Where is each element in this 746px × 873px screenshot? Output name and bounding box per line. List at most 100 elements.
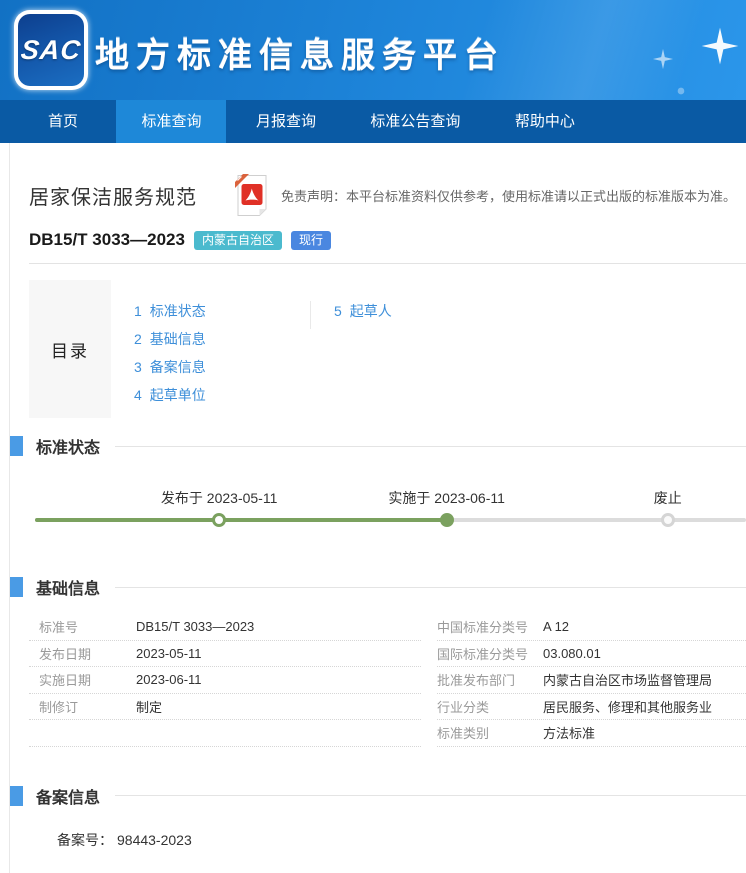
toc-link-drafting-org[interactable]: 4 起草单位 <box>134 387 206 403</box>
section-title: 基础信息 <box>36 575 100 599</box>
nav-item-announcement-search[interactable]: 标准公告查询 <box>345 100 485 143</box>
section-title: 备案信息 <box>36 784 100 808</box>
field-value: 2023-05-11 <box>136 646 202 661</box>
toc-text: 备案信息 <box>150 359 206 375</box>
field-value: 98443-2023 <box>117 832 192 848</box>
timeline-progress <box>35 518 447 522</box>
timeline-dot-published <box>212 513 226 527</box>
standard-number: DB15/T 3033—2023 <box>29 230 185 250</box>
sparkle-icon <box>652 48 674 70</box>
field-label: 批准发布部门 <box>437 670 543 689</box>
section-rule <box>115 446 746 447</box>
nav-item-help-center[interactable]: 帮助中心 <box>490 100 600 143</box>
pdf-file-icon[interactable] <box>235 174 269 217</box>
list-item: 2 基础信息 <box>134 329 310 357</box>
site-title: 地方标准信息服务平台 <box>95 28 505 77</box>
standard-title: 居家保洁服务规范 <box>29 181 197 210</box>
field-value: A 12 <box>543 619 569 634</box>
region-badge: 内蒙古自治区 <box>194 231 282 250</box>
section-filing-info: 备案信息 备案号：98443-2023 备案日期：2023-05-23 <box>29 784 746 873</box>
section-marker <box>10 577 23 597</box>
field-label: 标准类别 <box>437 723 543 742</box>
section-marker <box>10 436 23 456</box>
nav-item-monthly-report[interactable]: 月报查询 <box>231 100 341 143</box>
field-label: 实施日期 <box>29 670 136 689</box>
field-value: 2023-06-11 <box>136 672 202 687</box>
basic-info-right-column: 中国标准分类号 A 12 国际标准分类号 03.080.01 批准发布部门 内蒙… <box>437 614 746 747</box>
timeline-dot-implemented <box>440 513 454 527</box>
title-divider <box>29 263 746 264</box>
sac-logo: SAC <box>14 10 88 90</box>
table-row: 发布日期 2023-05-11 <box>29 641 421 668</box>
toc-text: 标准状态 <box>150 303 206 319</box>
field-label: 制修订 <box>29 697 136 716</box>
field-label: 备案号： <box>57 832 113 848</box>
section-marker <box>10 786 23 806</box>
section-header: 备案信息 <box>10 784 746 808</box>
timeline-label: 实施于 2023-06-11 <box>388 488 504 508</box>
toc-num: 4 <box>134 387 142 403</box>
toc-column-2: 5起草人 <box>310 301 392 329</box>
field-label: 中国标准分类号 <box>437 617 543 636</box>
field-label: 国际标准分类号 <box>437 644 543 663</box>
section-rule <box>115 795 746 796</box>
toc-num: 3 <box>134 359 142 375</box>
table-row: 标准类别 方法标准 <box>437 720 746 747</box>
toc-link-filing-info[interactable]: 3 备案信息 <box>134 359 206 375</box>
basic-info-left-column: 标准号 DB15/T 3033—2023 发布日期 2023-05-11 实施日… <box>29 614 421 747</box>
toc-label: 目录 <box>29 280 111 418</box>
toc-link-basic-info[interactable]: 2 基础信息 <box>134 331 206 347</box>
standard-number-row: DB15/T 3033—2023 内蒙古自治区 现行 <box>29 230 746 250</box>
section-title: 标准状态 <box>36 434 100 458</box>
section-header: 基础信息 <box>10 575 746 599</box>
table-row <box>29 720 421 747</box>
basic-info-grid: 标准号 DB15/T 3033—2023 发布日期 2023-05-11 实施日… <box>29 614 746 747</box>
list-item: 1 标准状态 <box>134 301 310 329</box>
table-row: 标准号 DB15/T 3033—2023 <box>29 614 421 641</box>
title-row: 居家保洁服务规范 免责声明：本平台标准资料仅供参考，使用标准请以正式出版的标准版… <box>29 143 746 217</box>
toc-num: 5 <box>334 303 342 319</box>
sac-logo-inner: SAC <box>18 14 84 86</box>
toc-num: 1 <box>134 303 142 319</box>
toc-link-standard-status[interactable]: 1 标准状态 <box>134 303 206 319</box>
field-value: DB15/T 3033—2023 <box>136 619 254 634</box>
field-label: 行业分类 <box>437 697 543 716</box>
table-of-contents: 目录 1 标准状态 2 基础信息 3 备案信息 4 起草单位 5起草人 <box>29 280 746 418</box>
field-value: 内蒙古自治区市场监督管理局 <box>543 670 712 689</box>
toc-column-1: 1 标准状态 2 基础信息 3 备案信息 4 起草单位 <box>134 280 310 413</box>
field-label: 发布日期 <box>29 644 136 663</box>
main-nav: 首页 标准查询 月报查询 标准公告查询 帮助中心 <box>0 100 746 143</box>
toc-num: 2 <box>134 331 142 347</box>
filing-number-line: 备案号：98443-2023 <box>29 830 746 850</box>
field-value: 方法标准 <box>543 723 595 742</box>
content-panel: 居家保洁服务规范 免责声明：本平台标准资料仅供参考，使用标准请以正式出版的标准版… <box>9 143 746 873</box>
status-badge: 现行 <box>291 231 331 250</box>
list-item: 5起草人 <box>334 301 392 329</box>
field-value: 居民服务、修理和其他服务业 <box>543 697 712 716</box>
nav-item-standard-search[interactable]: 标准查询 <box>116 100 226 143</box>
list-item: 3 备案信息 <box>134 357 310 385</box>
sparkle-icon <box>700 26 740 66</box>
toc-text: 起草单位 <box>150 387 206 403</box>
status-timeline: 发布于 2023-05-11 实施于 2023-06-11 废止 <box>35 482 746 554</box>
table-row: 实施日期 2023-06-11 <box>29 667 421 694</box>
table-row: 批准发布部门 内蒙古自治区市场监督管理局 <box>437 667 746 694</box>
toc-link-drafters[interactable]: 5起草人 <box>334 303 392 319</box>
timeline-label: 废止 <box>654 488 682 508</box>
toc-text: 基础信息 <box>150 331 206 347</box>
field-value: 制定 <box>136 697 162 716</box>
table-row: 行业分类 居民服务、修理和其他服务业 <box>437 694 746 721</box>
field-value: 03.080.01 <box>543 646 601 661</box>
nav-item-home[interactable]: 首页 <box>14 100 112 143</box>
field-label: 标准号 <box>29 617 136 636</box>
table-row: 国际标准分类号 03.080.01 <box>437 641 746 668</box>
disclaimer-text: 免责声明：本平台标准资料仅供参考，使用标准请以正式出版的标准版本为准。 <box>281 186 736 205</box>
sparkle-icon <box>676 86 686 96</box>
section-basic-info: 基础信息 标准号 DB15/T 3033—2023 发布日期 2023-05-1… <box>29 575 746 747</box>
table-row: 中国标准分类号 A 12 <box>437 614 746 641</box>
section-rule <box>115 587 746 588</box>
sac-logo-text: SAC <box>19 35 82 66</box>
timeline-track <box>35 518 746 522</box>
table-row: 制修订 制定 <box>29 694 421 721</box>
section-header: 标准状态 <box>10 434 746 458</box>
